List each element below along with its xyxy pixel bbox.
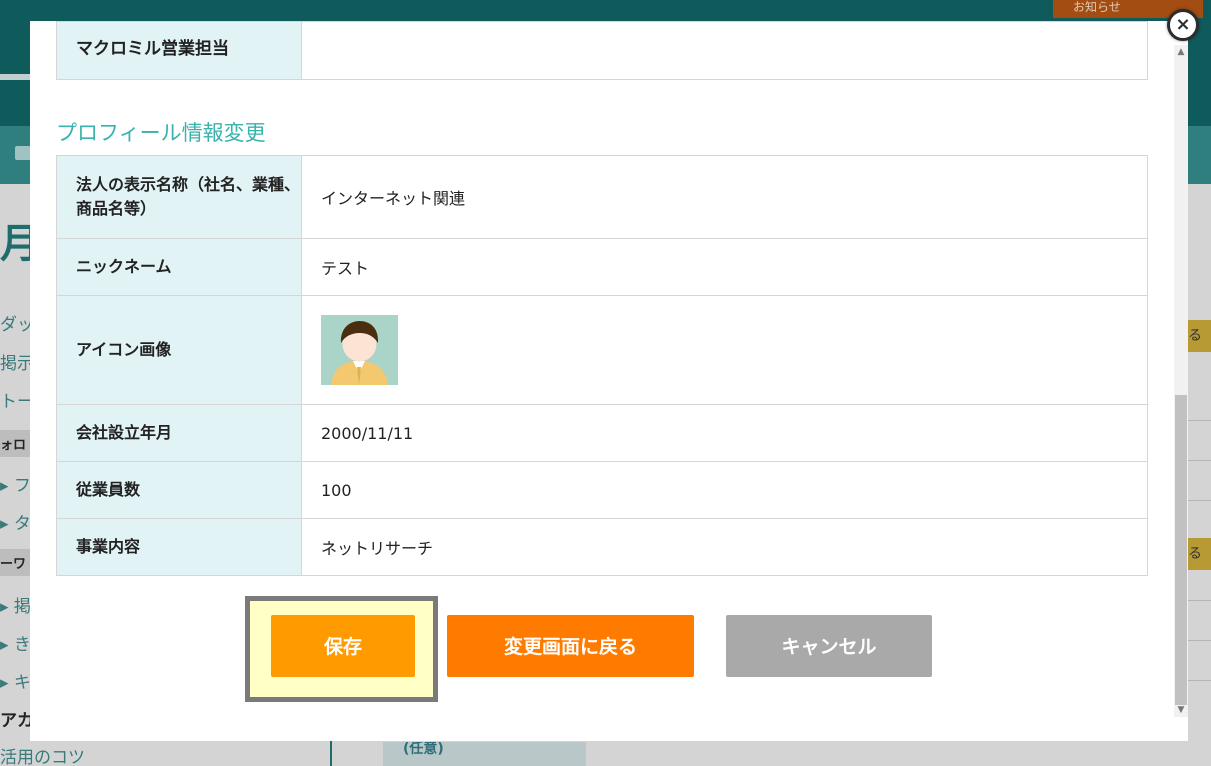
bg-sidebar-heading: ーワ xyxy=(0,549,30,576)
scroll-thumb[interactable] xyxy=(1175,395,1187,705)
sales-rep-label: マクロミル営業担当 xyxy=(56,21,302,80)
corporate-name-label: 法人の表示名称（社名、業種、商品名等） xyxy=(56,155,302,239)
bg-divider xyxy=(1188,600,1211,601)
cancel-button[interactable]: キャンセル xyxy=(726,615,932,677)
table-row: 会社設立年月 2000/11/11 xyxy=(56,404,1148,462)
modal-scrollbar[interactable]: ▲ ▼ xyxy=(1174,45,1188,717)
user-avatar-icon xyxy=(321,315,398,385)
bg-sidebar-item[interactable]: 掲示 xyxy=(0,349,34,374)
bg-sidebar-heading: ォロ xyxy=(0,430,30,457)
bg-sidebar-account-heading: アカ xyxy=(0,711,34,731)
close-icon[interactable]: × xyxy=(1167,9,1199,41)
bg-sidebar-item[interactable]: トー xyxy=(0,387,34,412)
bg-divider xyxy=(1188,680,1211,681)
bg-form-cell: (任意) xyxy=(383,742,586,766)
bg-sidebar-item[interactable]: ダッ xyxy=(0,310,34,335)
bg-page-title: 月 xyxy=(0,222,30,266)
sales-rep-value xyxy=(301,21,1148,80)
bg-sidebar-tips-link[interactable]: 活用のコツ xyxy=(0,743,85,766)
bg-right-button[interactable]: る xyxy=(1188,320,1211,352)
employee-count-value: 100 xyxy=(301,461,1148,519)
business-description-label: 事業内容 xyxy=(56,518,302,576)
bg-sidebar-item[interactable]: ▸ き xyxy=(0,630,31,655)
scroll-down-arrow-icon[interactable]: ▼ xyxy=(1174,703,1188,717)
bg-divider xyxy=(1188,460,1211,461)
bg-logo-fragment xyxy=(0,74,30,80)
account-info-table: マクロミル営業担当 xyxy=(56,21,1148,80)
corporate-name-value: インターネット関連 xyxy=(301,155,1148,239)
icon-image-cell xyxy=(301,295,1148,405)
table-row: ニックネーム テスト xyxy=(56,238,1148,296)
bg-divider xyxy=(1188,500,1211,501)
bg-sidebar-item[interactable]: ▸ 掲 xyxy=(0,592,31,617)
save-button[interactable]: 保存 xyxy=(271,615,415,677)
business-description-value: ネットリサーチ xyxy=(301,518,1148,576)
bg-divider xyxy=(1188,640,1211,641)
nickname-value: テスト xyxy=(301,238,1148,296)
section-title: プロフィール情報変更 xyxy=(56,121,266,145)
profile-info-table: 法人の表示名称（社名、業種、商品名等） インターネット関連 ニックネーム テスト… xyxy=(56,155,1148,576)
table-row: 従業員数 100 xyxy=(56,461,1148,519)
icon-image-label: アイコン画像 xyxy=(56,295,302,405)
nickname-label: ニックネーム xyxy=(56,238,302,296)
bg-sidebar-item[interactable]: ▸ キ xyxy=(0,668,31,693)
back-to-edit-button[interactable]: 変更画面に戻る xyxy=(447,615,694,677)
bg-divider xyxy=(1188,420,1211,421)
table-row: 法人の表示名称（社名、業種、商品名等） インターネット関連 xyxy=(56,155,1148,239)
bg-sidebar-item[interactable]: ▸ フ xyxy=(0,471,31,496)
bg-right-button[interactable]: る xyxy=(1188,538,1211,570)
table-row: 事業内容 ネットリサーチ xyxy=(56,518,1148,576)
bg-nav-icon xyxy=(15,146,31,160)
bg-sidebar-item[interactable]: ▸ タ xyxy=(0,509,31,534)
founded-date-label: 会社設立年月 xyxy=(56,404,302,462)
profile-confirm-modal: マクロミル営業担当 プロフィール情報変更 法人の表示名称（社名、業種、商品名等）… xyxy=(30,21,1188,741)
founded-date-value: 2000/11/11 xyxy=(301,404,1148,462)
employee-count-label: 従業員数 xyxy=(56,461,302,519)
table-row: アイコン画像 xyxy=(56,295,1148,405)
scroll-up-arrow-icon[interactable]: ▲ xyxy=(1174,45,1188,59)
